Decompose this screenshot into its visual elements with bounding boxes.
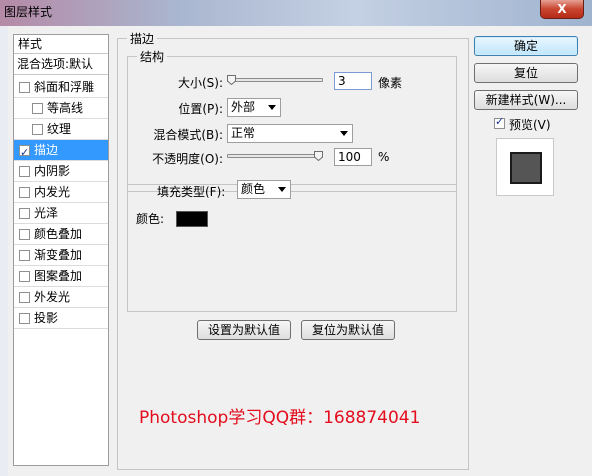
style-item-label: 外发光: [34, 290, 71, 304]
structure-group-title: 结构: [137, 48, 168, 65]
style-item-satin[interactable]: 光泽: [14, 203, 108, 224]
style-preview-swatch: [510, 152, 542, 184]
contour-checkbox[interactable]: [32, 103, 43, 114]
gradient-overlay-checkbox[interactable]: [19, 250, 30, 261]
preview-toggle[interactable]: 预览(V): [494, 115, 574, 133]
style-item-drop-shadow[interactable]: 投影: [14, 308, 108, 329]
blend-options-item[interactable]: 混合选项:默认: [14, 54, 108, 75]
style-item-label: 内阴影: [34, 164, 71, 178]
style-item-inner-shadow[interactable]: 内阴影: [14, 161, 108, 182]
satin-checkbox[interactable]: [19, 208, 30, 219]
stroke-group-title: 描边: [127, 30, 158, 47]
size-slider-track[interactable]: [227, 78, 323, 82]
style-item-label: 光泽: [34, 206, 59, 220]
size-slider-thumb[interactable]: [227, 75, 236, 85]
blend-mode-value: 正常: [231, 126, 256, 140]
style-item-label: 投影: [34, 311, 59, 325]
style-item-gradient-overlay[interactable]: 渐变叠加: [14, 245, 108, 266]
position-select[interactable]: 外部: [227, 98, 281, 117]
pattern-overlay-checkbox[interactable]: [19, 271, 30, 282]
style-item-label: 等高线: [47, 101, 84, 115]
fill-group: [127, 184, 457, 312]
inner-glow-checkbox[interactable]: [19, 187, 30, 198]
blend-mode-select[interactable]: 正常: [227, 124, 353, 143]
color-swatch[interactable]: [176, 211, 208, 227]
inner-shadow-checkbox[interactable]: [19, 166, 30, 177]
opacity-label: 不透明度(O):: [152, 152, 223, 166]
reset-to-default-button[interactable]: 复位为默认值: [301, 320, 395, 340]
reset-button[interactable]: 复位: [474, 63, 578, 83]
title-bar[interactable]: 图层样式 X: [0, 0, 592, 26]
style-item-inner-glow[interactable]: 内发光: [14, 182, 108, 203]
stroke-settings-panel: 描边 结构 大小(S): 3 像素 位置(P): 外部 混合模式(B): 正常 …: [117, 30, 469, 470]
make-default-button[interactable]: 设置为默认值: [197, 320, 291, 340]
watermark-text: Photoshop学习QQ群：168874041: [139, 408, 421, 428]
blend-mode-label: 混合模式(B):: [153, 128, 223, 142]
position-label: 位置(P):: [178, 102, 223, 116]
style-item-label: 颜色叠加: [34, 227, 83, 241]
color-overlay-checkbox[interactable]: [19, 229, 30, 240]
size-input[interactable]: 3: [334, 72, 372, 90]
styles-list: 样式 混合选项:默认 斜面和浮雕 等高线 纹理 描边 内阴影 内发光 光泽: [13, 34, 109, 466]
style-preview: [496, 138, 554, 196]
new-style-button[interactable]: 新建样式(W)...: [474, 90, 578, 110]
fill-type-label: 填充类型(F):: [157, 185, 226, 199]
opacity-input[interactable]: 100: [334, 148, 372, 166]
stroke-checkbox[interactable]: [19, 142, 30, 163]
opacity-slider-thumb[interactable]: [314, 151, 323, 161]
chevron-down-icon: [340, 131, 348, 136]
drop-shadow-checkbox[interactable]: [19, 313, 30, 324]
style-item-texture[interactable]: 纹理: [14, 119, 108, 140]
style-item-label: 斜面和浮雕: [34, 80, 95, 94]
color-label: 颜色:: [136, 212, 165, 226]
size-unit: 像素: [378, 76, 403, 90]
style-item-stroke[interactable]: 描边: [14, 140, 108, 163]
style-item-label: 纹理: [47, 122, 72, 136]
close-icon: X: [557, 2, 567, 16]
bevel-emboss-checkbox[interactable]: [19, 82, 30, 93]
preview-label: 预览(V): [509, 118, 551, 132]
style-item-label: 内发光: [34, 185, 71, 199]
texture-checkbox[interactable]: [32, 124, 43, 135]
opacity-unit: %: [378, 150, 390, 164]
size-label: 大小(S):: [177, 76, 223, 90]
chevron-down-icon: [268, 105, 276, 110]
style-item-outer-glow[interactable]: 外发光: [14, 287, 108, 308]
style-item-color-overlay[interactable]: 颜色叠加: [14, 224, 108, 245]
fill-type-select[interactable]: 颜色: [237, 180, 291, 199]
window-title: 图层样式: [4, 5, 53, 19]
position-value: 外部: [231, 100, 256, 114]
style-item-pattern-overlay[interactable]: 图案叠加: [14, 266, 108, 287]
style-item-contour[interactable]: 等高线: [14, 98, 108, 119]
styles-header[interactable]: 样式: [14, 35, 108, 54]
outer-glow-checkbox[interactable]: [19, 292, 30, 303]
opacity-slider-track[interactable]: [227, 154, 323, 158]
ok-button[interactable]: 确定: [474, 36, 578, 56]
chevron-down-icon: [278, 187, 286, 192]
style-item-label: 图案叠加: [34, 269, 83, 283]
style-item-label: 渐变叠加: [34, 248, 83, 262]
style-item-label: 描边: [34, 143, 59, 157]
style-item-bevel-emboss[interactable]: 斜面和浮雕: [14, 77, 108, 98]
preview-checkbox[interactable]: [494, 115, 505, 129]
fill-type-value: 颜色: [241, 182, 266, 196]
close-button[interactable]: X: [540, 0, 584, 19]
